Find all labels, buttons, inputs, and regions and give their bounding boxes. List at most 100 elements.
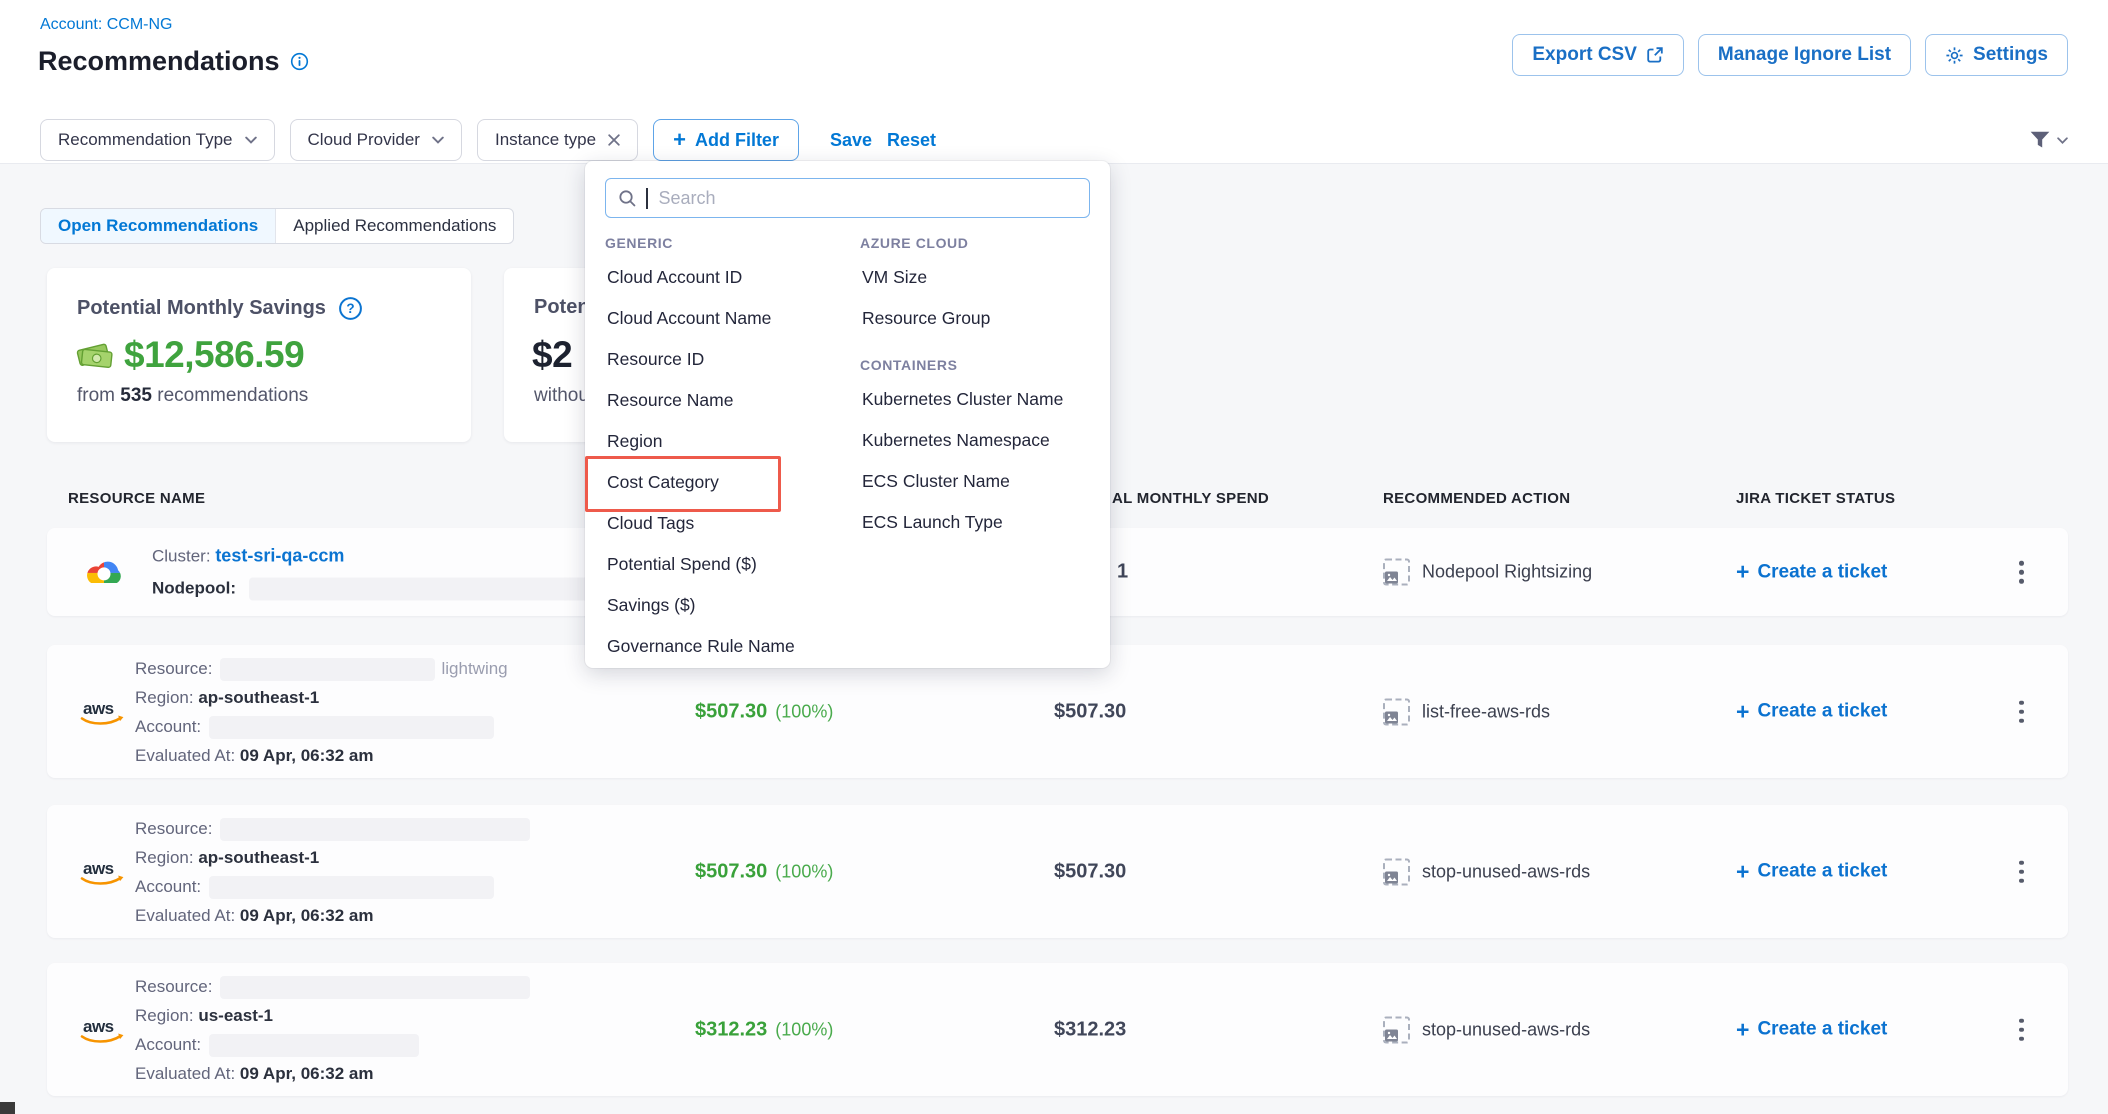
recommendation-row[interactable]: aws Resource: Region: us-east-1 Account:… <box>47 963 2068 1096</box>
filter-option-savings[interactable]: Savings ($) <box>605 585 850 626</box>
aws-logo-icon: aws <box>78 695 130 729</box>
search-icon <box>618 189 637 208</box>
filter-search-box <box>605 178 1090 218</box>
recommendation-row[interactable]: aws Resource: Region: ap-southeast-1 Acc… <box>47 805 2068 938</box>
create-ticket-label: Create a ticket <box>1757 701 1887 723</box>
filter-search-input[interactable] <box>657 187 1078 210</box>
chevron-down-icon <box>432 136 444 144</box>
plus-icon: + <box>1736 561 1749 584</box>
filter-option-resource-group[interactable]: Resource Group <box>860 298 1095 339</box>
potential-monthly-savings-card: Potential Monthly Savings ? $12,586.59 f… <box>47 268 471 442</box>
text-caret <box>646 188 648 209</box>
tab-applied-recommendations[interactable]: Applied Recommendations <box>276 209 513 243</box>
action-label: Nodepool Rightsizing <box>1422 562 1592 583</box>
row-menu-button[interactable] <box>2013 854 2030 889</box>
resource-details: Resource: Region: ap-southeast-1 Account… <box>135 814 530 930</box>
filter-chip-instance-type[interactable]: Instance type <box>477 119 638 161</box>
svg-text:aws: aws <box>83 1017 114 1036</box>
create-ticket-button[interactable]: + Create a ticket <box>1736 1018 1887 1041</box>
recommended-action: stop-unused-aws-rds <box>1383 858 1590 885</box>
create-ticket-button[interactable]: + Create a ticket <box>1736 561 1887 584</box>
export-csv-label: Export CSV <box>1532 44 1637 66</box>
cluster-name-link[interactable]: test-sri-qa-ccm <box>215 546 344 566</box>
filter-option-cost-category[interactable]: Cost Category <box>605 462 850 503</box>
create-ticket-button[interactable]: + Create a ticket <box>1736 860 1887 883</box>
evaluated-at-value: 09 Apr, 06:32 am <box>240 906 374 925</box>
manage-ignore-list-button[interactable]: Manage Ignore List <box>1698 34 1911 76</box>
filter-chip-cloud-provider[interactable]: Cloud Provider <box>290 119 462 161</box>
spend-amount-partial: $2 <box>532 334 572 376</box>
image-placeholder-icon <box>1383 858 1410 885</box>
filter-chip-recommendation-type[interactable]: Recommendation Type <box>40 119 275 161</box>
monthly-savings-value: $507.30(100%) <box>695 860 833 883</box>
add-filter-label: Add Filter <box>695 130 779 151</box>
create-ticket-button[interactable]: + Create a ticket <box>1736 700 1887 723</box>
recommendation-count: 535 <box>120 385 152 406</box>
region-value: ap-southeast-1 <box>198 848 319 867</box>
row-menu-button[interactable] <box>2013 694 2030 729</box>
evaluated-at-value: 09 Apr, 06:32 am <box>240 746 374 765</box>
external-link-icon <box>1646 46 1664 64</box>
resource-details: Resource:lightwing Region: ap-southeast-… <box>135 654 508 770</box>
section-title-containers: CONTAINERS <box>860 353 1095 379</box>
breadcrumb-account-link[interactable]: Account: CCM-NG <box>40 16 172 34</box>
recommended-action: list-free-aws-rds <box>1383 698 1550 725</box>
gear-icon <box>1945 46 1964 65</box>
chevron-down-icon <box>245 136 257 144</box>
filter-option-vm-size[interactable]: VM Size <box>860 257 1095 298</box>
row-menu-button[interactable] <box>2013 555 2030 590</box>
filter-option-resource-name[interactable]: Resource Name <box>605 380 850 421</box>
info-icon[interactable] <box>290 52 309 71</box>
filter-option-ecs-launch-type[interactable]: ECS Launch Type <box>860 502 1095 543</box>
row-menu-button[interactable] <box>2013 1012 2030 1047</box>
filter-option-cloud-tags[interactable]: Cloud Tags <box>605 503 850 544</box>
monthly-spend-value: $312.23 <box>1054 1018 1126 1041</box>
filter-option-resource-id[interactable]: Resource ID <box>605 339 850 380</box>
filter-option-governance-rule-name[interactable]: Governance Rule Name <box>605 626 850 667</box>
filter-option-kubernetes-namespace[interactable]: Kubernetes Namespace <box>860 420 1095 461</box>
col-header-recommended-action: RECOMMENDED ACTION <box>1383 490 1570 507</box>
svg-text:aws: aws <box>83 699 114 718</box>
chip-label: Recommendation Type <box>58 130 233 150</box>
reset-filter-link[interactable]: Reset <box>887 130 936 151</box>
card-title: Potential Monthly Savings <box>77 297 326 320</box>
col-header-resource-name: RESOURCE NAME <box>68 490 205 507</box>
resource-details: Resource: Region: us-east-1 Account: Eva… <box>135 972 530 1088</box>
funnel-icon <box>2029 130 2051 150</box>
plus-icon: + <box>1736 700 1749 723</box>
settings-label: Settings <box>1973 44 2048 66</box>
export-csv-button[interactable]: Export CSV <box>1512 34 1684 76</box>
savings-amount: $12,586.59 <box>124 334 304 376</box>
save-filter-link[interactable]: Save <box>830 130 872 151</box>
resource-name-partial: lightwing <box>441 659 507 678</box>
filter-panel-toggle[interactable] <box>2029 130 2068 150</box>
aws-logo-icon: aws <box>78 855 130 889</box>
chevron-down-icon <box>2057 137 2068 144</box>
recommended-action: Nodepool Rightsizing <box>1383 559 1592 586</box>
filter-option-potential-spend[interactable]: Potential Spend ($) <box>605 544 850 585</box>
recommended-action: stop-unused-aws-rds <box>1383 1016 1590 1043</box>
card-subtitle-partial: withou <box>534 385 589 407</box>
filter-option-region[interactable]: Region <box>605 421 850 462</box>
savings-percent: (100%) <box>775 701 833 721</box>
action-label: stop-unused-aws-rds <box>1422 861 1590 882</box>
help-icon[interactable]: ? <box>338 296 363 321</box>
close-icon[interactable] <box>608 134 620 146</box>
page-title-row: Recommendations <box>38 46 309 77</box>
add-filter-button[interactable]: + Add Filter <box>653 119 799 161</box>
create-ticket-label: Create a ticket <box>1757 561 1887 583</box>
settings-button[interactable]: Settings <box>1925 34 2068 76</box>
chip-label: Instance type <box>495 130 596 150</box>
image-placeholder-icon <box>1383 698 1410 725</box>
filter-option-cloud-account-name[interactable]: Cloud Account Name <box>605 298 850 339</box>
dropdown-column-generic: GENERIC Cloud Account ID Cloud Account N… <box>605 219 850 667</box>
filter-option-ecs-cluster-name[interactable]: ECS Cluster Name <box>860 461 1095 502</box>
manage-ignore-list-label: Manage Ignore List <box>1718 44 1891 66</box>
filter-option-cloud-account-id[interactable]: Cloud Account ID <box>605 257 850 298</box>
action-label: stop-unused-aws-rds <box>1422 1019 1590 1040</box>
tab-open-recommendations[interactable]: Open Recommendations <box>41 209 276 243</box>
page-title: Recommendations <box>38 46 280 77</box>
money-icon <box>75 340 115 371</box>
filter-option-kubernetes-cluster-name[interactable]: Kubernetes Cluster Name <box>860 379 1095 420</box>
image-placeholder-icon <box>1383 559 1410 586</box>
